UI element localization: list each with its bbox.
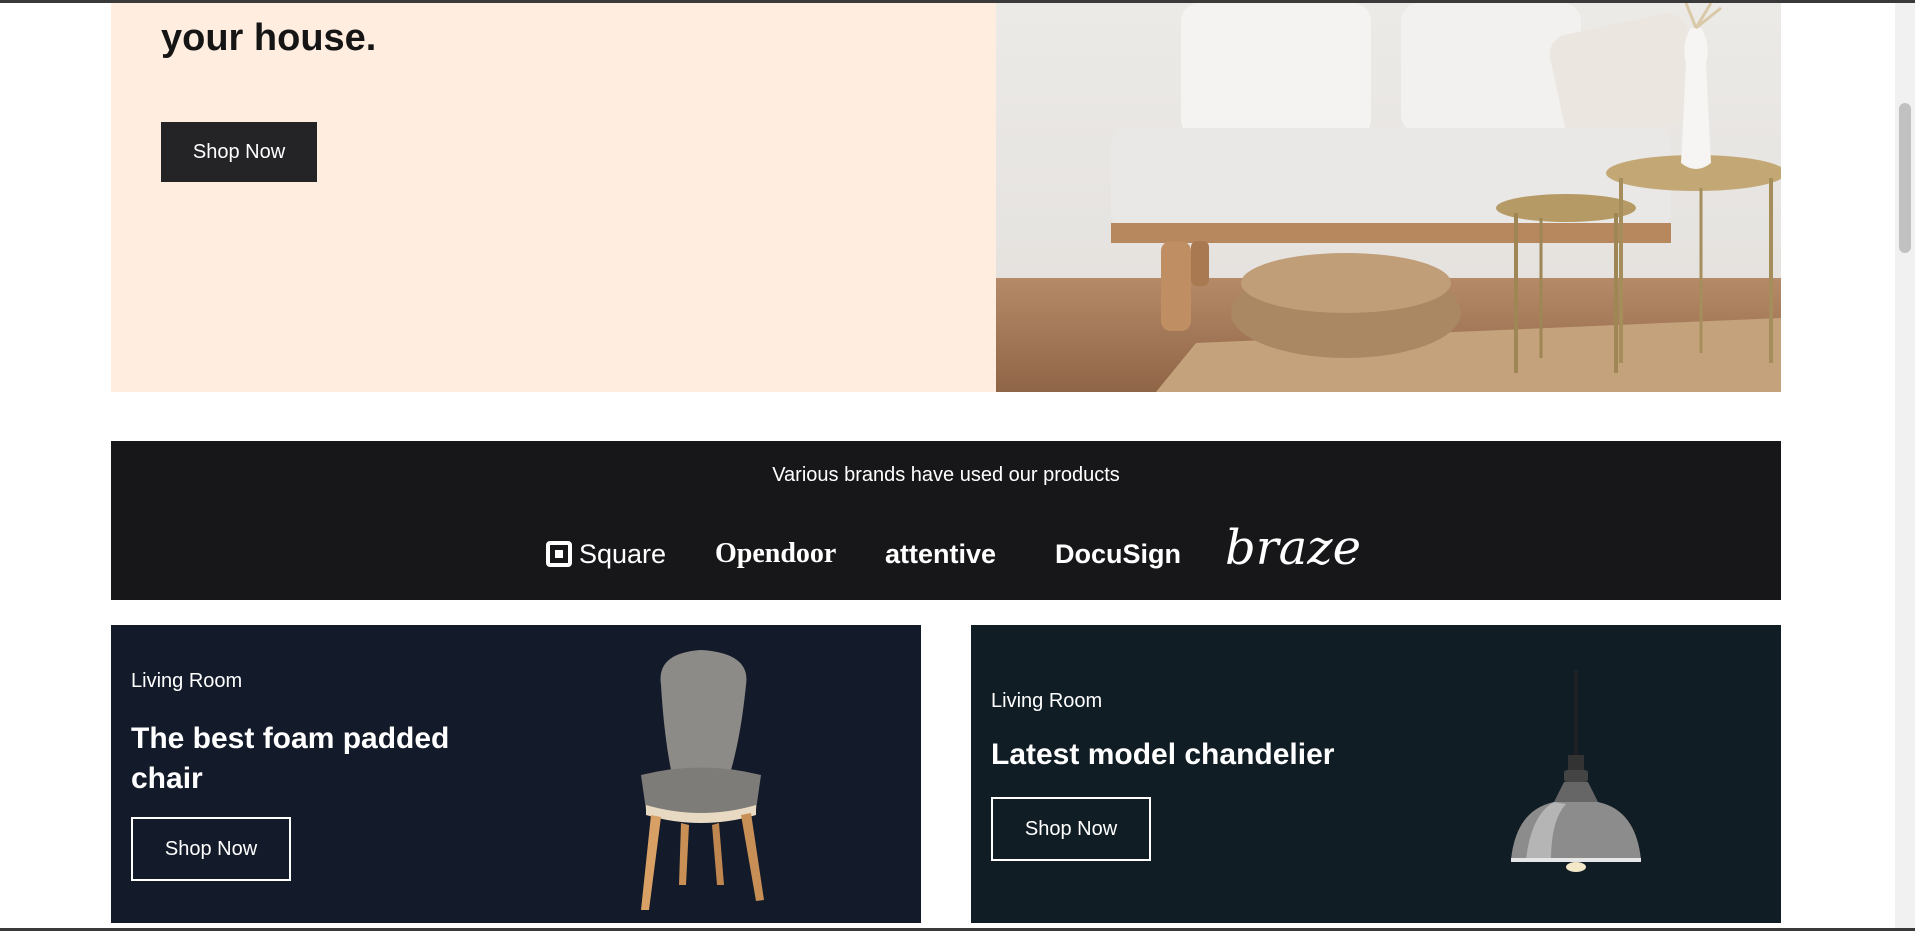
hero-shop-now-button[interactable]: Shop Now [161, 122, 317, 182]
pendant-lamp-image [1511, 670, 1641, 872]
hero-banner: your house. Shop Now [111, 3, 1781, 392]
brand-logo-opendoor: Opendoor [715, 519, 836, 589]
promo-card-chandelier: Living Room Latest model chandelier Shop… [971, 625, 1781, 923]
brand-logo-row: Square Opendoor attentive DocuSign braze [111, 519, 1781, 589]
brand-logo-docusign: DocuSign [1055, 519, 1181, 589]
brand-logo-braze: braze [1225, 513, 1361, 583]
brand-name: attentive [885, 538, 997, 569]
hero-sofa-image [996, 3, 1781, 392]
promo-category: Living Room [991, 690, 1103, 712]
brand-name: DocuSign [1055, 538, 1181, 569]
brand-name: braze [1225, 520, 1361, 576]
promo-shop-now-button[interactable]: Shop Now [991, 797, 1151, 861]
square-logo-icon [546, 541, 572, 567]
brand-name: Square [579, 538, 667, 569]
promo-category: Living Room [131, 670, 243, 692]
brand-logo-attentive: attentive [885, 519, 996, 589]
brand-logo-square: Square [546, 519, 666, 589]
hero-title: your house. [161, 17, 377, 59]
brand-name: Opendoor [715, 538, 837, 569]
promo-shop-now-button[interactable]: Shop Now [131, 817, 291, 881]
page-scrollbar[interactable] [1895, 3, 1915, 928]
hero-text-panel: your house. Shop Now [111, 3, 996, 392]
sofa-living-room-illustration [996, 3, 1781, 392]
brands-section: Various brands have used our products Sq… [111, 441, 1781, 600]
promo-card-chair: Living Room The best foam padded chair S… [111, 625, 921, 923]
brands-heading: Various brands have used our products [772, 464, 1120, 486]
scrollbar-thumb[interactable] [1899, 103, 1911, 253]
chair-image [641, 650, 764, 910]
promo-title: Latest model chandelier [991, 738, 1335, 771]
promo-title: The best foam padded chair [131, 722, 450, 795]
